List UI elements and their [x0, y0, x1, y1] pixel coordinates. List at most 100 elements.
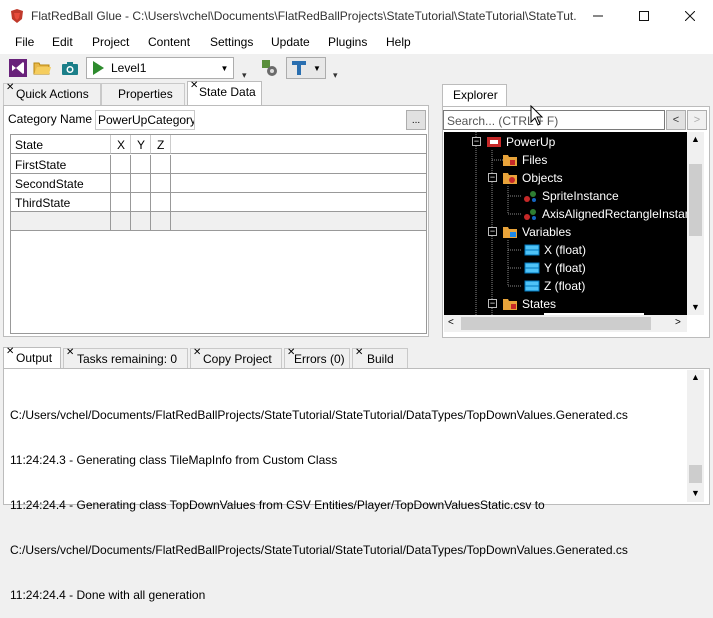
back-button[interactable]: <: [666, 110, 686, 130]
search-input[interactable]: Search... (CTRL + F): [443, 110, 665, 130]
chevron-down-icon[interactable]: ▼: [216, 58, 233, 78]
collapse-icon[interactable]: −: [488, 173, 497, 182]
tree-item-axisalignedrectangleinstance[interactable]: AxisAlignedRectangleInstan: [522, 205, 687, 223]
open-folder-button[interactable]: [30, 57, 53, 79]
forward-button[interactable]: >: [687, 110, 707, 130]
menu-settings[interactable]: Settings: [210, 35, 253, 49]
grid-cell-x[interactable]: [111, 212, 131, 231]
grid-cell-y[interactable]: [131, 155, 151, 174]
tab-errors[interactable]: ✕ Errors (0): [284, 347, 350, 370]
category-browse-button[interactable]: ...: [406, 110, 426, 130]
toolbar-overflow-icon[interactable]: ▾: [242, 70, 247, 81]
output-log[interactable]: C:/Users/vchel/Documents/FlatRedBallProj…: [10, 378, 685, 618]
close-icon[interactable]: ✕: [6, 82, 14, 93]
tab-label: Build: [367, 352, 394, 366]
minimize-button[interactable]: [575, 0, 621, 32]
toolbar-overflow-icon[interactable]: ▾: [333, 70, 338, 81]
tab-quick-actions[interactable]: ✕ Quick Actions: [3, 82, 101, 105]
grid-cell-z[interactable]: [151, 155, 171, 174]
grid-cell-y[interactable]: [131, 193, 151, 212]
close-icon[interactable]: ✕: [193, 347, 201, 358]
grid-cell-filler: [171, 212, 426, 231]
output-vertical-scrollbar[interactable]: ▲ ▼: [687, 370, 704, 502]
close-icon[interactable]: ✕: [287, 347, 295, 358]
startup-screen-dropdown[interactable]: Level1 ▼: [86, 57, 234, 79]
state-cell-third[interactable]: ThirdState: [11, 193, 111, 212]
state-grid: State X Y Z FirstState SecondState Third…: [10, 134, 427, 334]
menu-plugins[interactable]: Plugins: [328, 35, 367, 49]
scroll-up-icon[interactable]: ▲: [691, 134, 700, 144]
state-cell-new[interactable]: [11, 212, 111, 231]
tree-item-variable-z[interactable]: Z (float): [524, 277, 585, 295]
tab-copy-project[interactable]: ✕ Copy Project: [190, 347, 282, 370]
tree-item-variable-x[interactable]: X (float): [524, 241, 586, 259]
tree-item-variables[interactable]: Variables: [502, 223, 571, 241]
scroll-up-icon[interactable]: ▲: [691, 372, 700, 382]
collapse-icon[interactable]: −: [472, 137, 481, 146]
tree-vertical-scrollbar[interactable]: ▲ ▼: [687, 132, 704, 315]
column-header-x[interactable]: X: [111, 135, 131, 154]
category-name-input[interactable]: PowerUpCategory: [95, 110, 195, 130]
scroll-thumb[interactable]: [689, 164, 702, 236]
tree-item-files[interactable]: Files: [502, 151, 547, 169]
vertical-splitter[interactable]: [431, 82, 438, 340]
scroll-down-icon[interactable]: ▼: [691, 488, 700, 498]
collapse-icon[interactable]: −: [488, 299, 497, 308]
grid-cell-x[interactable]: [111, 155, 131, 174]
tree-item-spriteinstance[interactable]: SpriteInstance: [522, 187, 619, 205]
close-button[interactable]: [667, 0, 713, 32]
tree-item-label: Z (float): [544, 279, 586, 293]
state-cell-first[interactable]: FirstState: [11, 155, 111, 174]
menu-content[interactable]: Content: [148, 35, 190, 49]
scroll-thumb[interactable]: [689, 465, 702, 483]
screenshot-button[interactable]: [58, 57, 81, 79]
scroll-left-icon[interactable]: <: [448, 317, 454, 328]
state-cell-second[interactable]: SecondState: [11, 174, 111, 193]
tab-build[interactable]: ✕ Build: [352, 347, 408, 370]
column-header-state[interactable]: State: [11, 135, 111, 154]
tree-item-states[interactable]: States: [502, 295, 556, 313]
tree-item-label: Variables: [522, 225, 572, 239]
open-visual-studio-button[interactable]: [6, 57, 29, 79]
grid-cell-y[interactable]: [131, 174, 151, 193]
menu-help[interactable]: Help: [386, 35, 411, 49]
grid-cell-x[interactable]: [111, 193, 131, 212]
tree-item-powerup[interactable]: PowerUp: [486, 133, 555, 151]
grid-cell-x[interactable]: [111, 174, 131, 193]
close-icon[interactable]: ✕: [66, 347, 74, 358]
grid-cell-z[interactable]: [151, 193, 171, 212]
tree-item-variable-y[interactable]: Y (float): [524, 259, 586, 277]
tree-item-label: Objects: [522, 171, 563, 185]
collapse-icon[interactable]: −: [488, 227, 497, 236]
scroll-thumb[interactable]: [461, 317, 651, 330]
close-icon[interactable]: ✕: [355, 347, 363, 358]
scroll-down-icon[interactable]: ▼: [691, 302, 700, 312]
grid-cell-y[interactable]: [131, 212, 151, 231]
grid-cell-z[interactable]: [151, 212, 171, 231]
explorer-tree[interactable]: − PowerUp Files − Objects SpriteInstance…: [444, 132, 687, 315]
menu-project[interactable]: Project: [92, 35, 129, 49]
grid-cell-z[interactable]: [151, 174, 171, 193]
tools-dropdown-button[interactable]: ▼: [286, 57, 326, 79]
horizontal-splitter[interactable]: [0, 340, 713, 346]
column-header-z[interactable]: Z: [151, 135, 171, 154]
close-icon[interactable]: ✕: [190, 80, 198, 91]
tree-item-objects[interactable]: Objects: [502, 169, 563, 187]
scroll-right-icon[interactable]: >: [675, 317, 681, 328]
menu-edit[interactable]: Edit: [52, 35, 73, 49]
tab-state-data[interactable]: ✕ State Data: [187, 80, 262, 105]
column-header-y[interactable]: Y: [131, 135, 151, 154]
tab-tasks-remaining[interactable]: ✕ Tasks remaining: 0: [63, 347, 188, 370]
menu-file[interactable]: File: [15, 35, 34, 49]
variable-icon: [524, 280, 540, 292]
tab-label: State Data: [199, 85, 256, 99]
close-icon[interactable]: ✕: [6, 346, 14, 357]
tab-properties[interactable]: Properties: [101, 83, 185, 105]
grid-cell-filler: [171, 155, 426, 174]
tab-explorer[interactable]: Explorer: [442, 84, 507, 106]
tree-horizontal-scrollbar[interactable]: < >: [444, 315, 687, 332]
load-plugins-button[interactable]: [258, 57, 281, 79]
output-line: C:/Users/vchel/Documents/FlatRedBallProj…: [10, 408, 628, 422]
maximize-button[interactable]: [621, 0, 667, 32]
menu-update[interactable]: Update: [271, 35, 310, 49]
